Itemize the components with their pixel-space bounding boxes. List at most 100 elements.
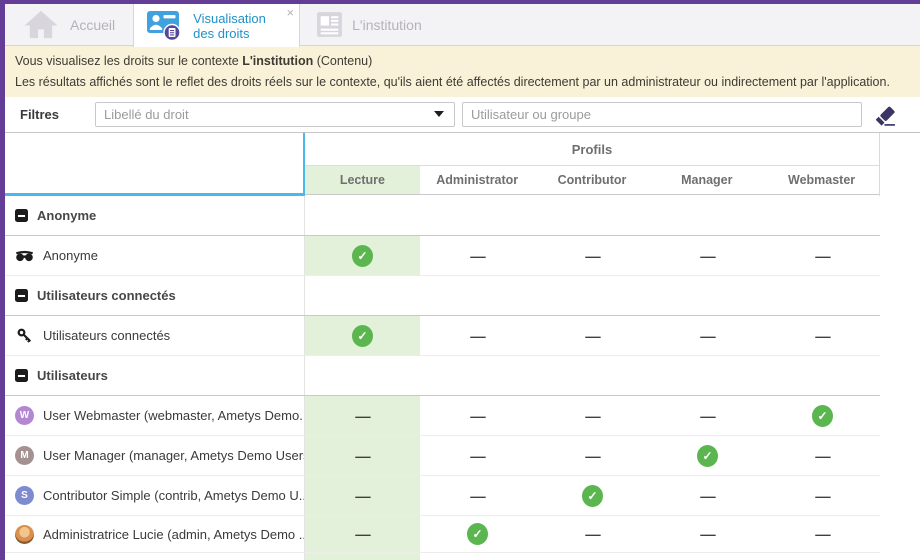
group-cells bbox=[305, 276, 880, 315]
user-avatar: M bbox=[15, 446, 34, 465]
permission-cells: ———✓— bbox=[305, 436, 880, 475]
permission-row-contributor-simple[interactable]: S Contributor Simple (contrib, Ametys De… bbox=[5, 476, 880, 516]
permission-row-user-webmaster[interactable]: W User Webmaster (webmaster, Ametys Demo… bbox=[5, 396, 880, 436]
permission-cell: — bbox=[305, 396, 420, 435]
right-label-filter-combo bbox=[95, 102, 455, 127]
profiles-header-group: Profils Lecture Administrator Contributo… bbox=[305, 133, 880, 196]
permission-cell: — bbox=[305, 476, 420, 515]
granted-check-icon: ✓ bbox=[467, 523, 488, 545]
row-label-area: M User Manager (manager, Ametys Demo Use… bbox=[5, 436, 305, 475]
right-label-filter-input[interactable] bbox=[95, 102, 455, 127]
row-label-area: Anonyme bbox=[5, 236, 305, 275]
permission-cell: ✓ bbox=[765, 396, 880, 435]
tab-label: L'institution bbox=[352, 17, 422, 33]
column-header-contributor[interactable]: Contributor bbox=[535, 166, 650, 194]
user-avatar: S bbox=[15, 486, 34, 505]
column-header-manager[interactable]: Manager bbox=[649, 166, 764, 194]
tab-label: Accueil bbox=[70, 17, 115, 33]
home-icon bbox=[21, 8, 61, 41]
permission-cell: — bbox=[420, 396, 535, 435]
rights-table-header: Profils Lecture Administrator Contributo… bbox=[5, 133, 880, 196]
group-row-utilisateurs[interactable]: Utilisateurs bbox=[5, 356, 880, 396]
permission-cell: ✓ bbox=[535, 476, 650, 515]
permission-cells: ——✓—— bbox=[305, 476, 880, 515]
row-label: Administratrice Lucie (admin, Ametys Dem… bbox=[43, 527, 305, 542]
permission-cell: ✓ bbox=[305, 236, 420, 275]
collapse-group-icon[interactable] bbox=[15, 209, 28, 222]
not-granted-dash: — bbox=[700, 328, 715, 344]
permission-cell: — bbox=[305, 516, 420, 552]
not-granted-dash: — bbox=[700, 408, 715, 424]
collapse-group-icon[interactable] bbox=[15, 289, 28, 302]
not-granted-dash: — bbox=[815, 488, 830, 504]
permission-row-utilisateurs-connectes[interactable]: Utilisateurs connectés ✓———— bbox=[5, 316, 880, 356]
permission-row-administratrice-lucie[interactable]: Administratrice Lucie (admin, Ametys Dem… bbox=[5, 516, 880, 553]
permission-cell: — bbox=[535, 316, 650, 355]
not-granted-dash: — bbox=[815, 448, 830, 464]
permission-cell: — bbox=[650, 476, 765, 515]
permission-cell: — bbox=[650, 396, 765, 435]
column-header-lecture[interactable]: Lecture bbox=[305, 166, 420, 194]
granted-check-icon: ✓ bbox=[352, 325, 373, 347]
permission-row-anonyme[interactable]: Anonyme ✓ — — — — bbox=[5, 236, 880, 276]
row-label: User Webmaster (webmaster, Ametys Demo..… bbox=[43, 408, 305, 423]
tab-bar: Accueil Visualisation des droits × bbox=[5, 4, 920, 46]
not-granted-dash: — bbox=[700, 526, 715, 542]
eraser-icon bbox=[874, 104, 897, 127]
not-granted-dash: — bbox=[470, 248, 485, 264]
granted-check-icon: ✓ bbox=[812, 405, 833, 427]
row-label: Utilisateurs connectés bbox=[43, 328, 170, 343]
profiles-header: Profils bbox=[305, 133, 879, 166]
not-granted-dash: — bbox=[355, 448, 370, 464]
group-row-label-area: Utilisateurs connectés bbox=[5, 276, 305, 315]
permission-cell: — bbox=[535, 516, 650, 552]
group-row-label-area: Anonyme bbox=[5, 196, 305, 235]
not-granted-dash: — bbox=[700, 248, 715, 264]
tab-institution[interactable]: L'institution bbox=[300, 4, 438, 45]
granted-check-icon: ✓ bbox=[352, 245, 373, 267]
group-label: Utilisateurs bbox=[37, 368, 108, 383]
collapse-group-icon[interactable] bbox=[15, 369, 28, 382]
tab-label: Visualisation des droits bbox=[193, 11, 277, 41]
filter-bar: Filtres bbox=[5, 97, 920, 133]
rights-visualization-icon bbox=[146, 9, 184, 42]
permission-row-user-manager[interactable]: M User Manager (manager, Ametys Demo Use… bbox=[5, 436, 880, 476]
banner-line-2: Les résultats affichés sont le reflet de… bbox=[15, 75, 910, 89]
group-row-utilisateurs-connectes[interactable]: Utilisateurs connectés bbox=[5, 276, 880, 316]
permission-cell: — bbox=[535, 236, 650, 275]
tab-accueil[interactable]: Accueil bbox=[5, 4, 131, 45]
user-photo-avatar bbox=[15, 525, 34, 544]
profile-columns: Lecture Administrator Contributor Manage… bbox=[305, 166, 879, 195]
not-granted-dash: — bbox=[470, 328, 485, 344]
content-document-icon bbox=[316, 10, 343, 39]
column-header-administrator[interactable]: Administrator bbox=[420, 166, 535, 194]
rights-visualization-app: { "tabs": [ { "label": "Accueil", "icon"… bbox=[0, 0, 920, 560]
not-granted-dash: — bbox=[470, 488, 485, 504]
permission-cell: — bbox=[420, 436, 535, 475]
row-label-area: Utilisateurs connectés bbox=[5, 316, 305, 355]
permission-cell: — bbox=[765, 236, 880, 275]
group-row-label-area: Utilisateurs bbox=[5, 356, 305, 395]
not-granted-dash: — bbox=[355, 488, 370, 504]
user-or-group-filter-input[interactable] bbox=[462, 102, 862, 127]
column-header-webmaster[interactable]: Webmaster bbox=[764, 166, 879, 194]
banner-line-1: Vous visualisez les droits sur le contex… bbox=[15, 54, 910, 68]
permission-cells: ✓———— bbox=[305, 316, 880, 355]
not-granted-dash: — bbox=[585, 248, 600, 264]
permission-cell: — bbox=[535, 436, 650, 475]
group-row-anonyme[interactable]: Anonyme bbox=[5, 196, 880, 236]
not-granted-dash: — bbox=[815, 526, 830, 542]
permission-cell: — bbox=[420, 316, 535, 355]
group-cells bbox=[305, 196, 880, 235]
not-granted-dash: — bbox=[470, 408, 485, 424]
clear-filters-button[interactable] bbox=[872, 102, 898, 128]
close-tab-icon[interactable]: × bbox=[287, 7, 295, 19]
group-label: Utilisateurs connectés bbox=[37, 288, 176, 303]
anonymous-mask-icon bbox=[15, 250, 34, 262]
partial-next-row bbox=[5, 553, 880, 560]
filters-label: Filtres bbox=[20, 107, 59, 122]
key-icon bbox=[15, 328, 34, 343]
not-granted-dash: — bbox=[355, 526, 370, 542]
tab-visualisation-des-droits[interactable]: Visualisation des droits × bbox=[133, 4, 300, 47]
permission-cell: — bbox=[650, 516, 765, 552]
